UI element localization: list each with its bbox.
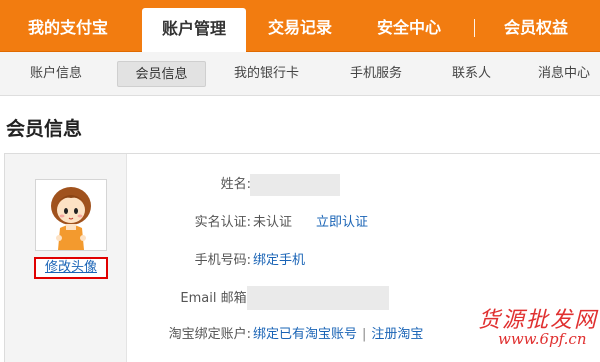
name-label: 姓名: <box>220 177 251 192</box>
subnav-member-info[interactable]: 会员信息 <box>117 61 206 87</box>
tab-member-benefits[interactable]: 会员权益 <box>504 0 568 52</box>
realname-label: 实名认证: <box>194 215 251 230</box>
nav-separator <box>474 19 475 37</box>
page-title: 会员信息 <box>6 118 83 140</box>
subnav-my-bank-cards[interactable]: 我的银行卡 <box>234 61 299 87</box>
register-taobao-link[interactable]: 注册淘宝 <box>371 327 423 342</box>
email-row: Email 邮箱: <box>5 288 251 310</box>
tab-security-center[interactable]: 安全中心 <box>377 0 441 52</box>
name-value-masked <box>250 174 340 196</box>
tab-my-alipay[interactable]: 我的支付宝 <box>28 0 108 52</box>
top-nav: 我的支付宝 账户管理 交易记录 安全中心 会员权益 <box>0 0 600 53</box>
verify-now-link[interactable]: 立即认证 <box>316 212 368 234</box>
taobao-label: 淘宝绑定账户: <box>168 327 251 342</box>
subnav-message-center[interactable]: 消息中心 <box>538 61 590 87</box>
bind-taobao-link[interactable]: 绑定已有淘宝账号 <box>253 327 357 342</box>
taobao-actions: 绑定已有淘宝账号 | 注册淘宝 <box>253 324 423 346</box>
taobao-divider: | <box>362 327 367 342</box>
watermark-url: www.6pf.cn <box>498 330 587 348</box>
bind-phone-link[interactable]: 绑定手机 <box>253 250 305 272</box>
realname-status: 未认证 <box>253 215 293 230</box>
sub-nav: 账户信息 会员信息 我的银行卡 手机服务 联系人 消息中心 <box>0 52 600 96</box>
email-value-masked <box>247 286 389 310</box>
realname-row: 实名认证: <box>5 212 251 234</box>
phone-label: 手机号码: <box>194 253 251 268</box>
name-row: 姓名: <box>5 174 251 196</box>
tab-transaction-records[interactable]: 交易记录 <box>268 0 332 52</box>
subnav-phone-service[interactable]: 手机服务 <box>350 61 402 87</box>
email-label: Email 邮箱: <box>180 291 251 306</box>
tab-account-management[interactable]: 账户管理 <box>142 8 246 53</box>
subnav-account-info[interactable]: 账户信息 <box>30 61 82 87</box>
taobao-row: 淘宝绑定账户: <box>5 324 251 346</box>
phone-row: 手机号码: <box>5 250 251 272</box>
subnav-contacts[interactable]: 联系人 <box>452 61 491 87</box>
